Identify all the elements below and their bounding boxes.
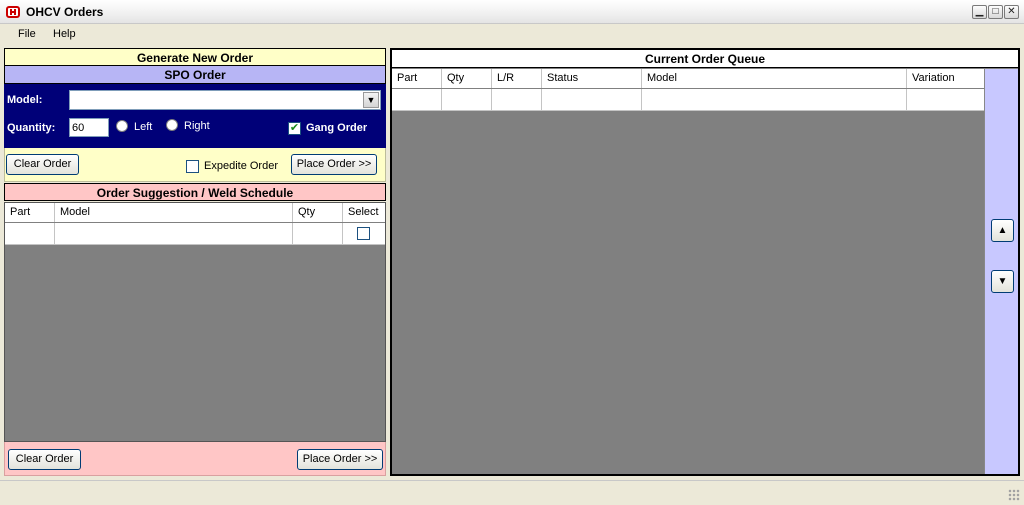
table-header-row: Part Model Qty Select <box>5 203 385 222</box>
table-row[interactable] <box>5 223 385 245</box>
table-cell[interactable] <box>5 223 55 245</box>
model-label: Model: <box>7 94 43 106</box>
table-cell[interactable] <box>442 89 492 111</box>
col-header-qty[interactable]: Qty <box>293 203 343 222</box>
quantity-input[interactable] <box>69 118 109 137</box>
table-row[interactable] <box>392 89 984 111</box>
order-suggestion-table: Part Model Qty Select <box>4 202 386 442</box>
title-bar: OHCV Orders ▁ □ ✕ <box>0 0 1024 24</box>
honda-h-icon <box>6 6 20 18</box>
spo-actions-bar: Clear Order Expedite Order Place Order >… <box>4 148 386 182</box>
table-header-row: Part Qty L/R Status Model Variation <box>392 69 984 88</box>
gang-order-label: Gang Order <box>306 122 368 134</box>
col-header-lr[interactable]: L/R <box>492 69 542 88</box>
resize-grip-icon[interactable] <box>1008 489 1020 501</box>
col-header-model[interactable]: Model <box>55 203 293 222</box>
table-cell[interactable] <box>55 223 293 245</box>
table-cell[interactable] <box>343 223 385 245</box>
expedite-order-checkbox[interactable] <box>186 160 199 173</box>
move-down-button[interactable]: ▼ <box>991 270 1014 293</box>
col-header-status[interactable]: Status <box>542 69 642 88</box>
generate-order-panel: Generate New Order SPO Order Model: ▼ Qu… <box>4 48 386 476</box>
chevron-down-icon[interactable]: ▼ <box>363 92 379 108</box>
col-header-variation[interactable]: Variation <box>907 69 984 88</box>
order-queue-header: Current Order Queue <box>392 50 1018 68</box>
order-suggestion-header: Order Suggestion / Weld Schedule <box>4 183 386 201</box>
spo-clear-order-button[interactable]: Clear Order <box>6 154 79 175</box>
table-cell[interactable] <box>542 89 642 111</box>
table-cell[interactable] <box>907 89 984 111</box>
table-cell[interactable] <box>642 89 907 111</box>
order-queue-table: Part Qty L/R Status Model Variation <box>392 69 984 474</box>
spo-order-header: SPO Order <box>4 66 386 84</box>
minimize-button[interactable]: ▁ <box>972 5 987 19</box>
col-header-model[interactable]: Model <box>642 69 907 88</box>
spo-place-order-button[interactable]: Place Order >> <box>291 154 377 175</box>
model-select[interactable]: ▼ <box>69 90 381 110</box>
suggestion-clear-order-button[interactable]: Clear Order <box>8 449 81 470</box>
close-button[interactable]: ✕ <box>1004 5 1019 19</box>
gang-order-checkbox[interactable]: ✔ <box>288 122 301 135</box>
spo-order-form: Model: ▼ Quantity: Left Right ✔ Gang Ord… <box>4 84 386 148</box>
menu-file[interactable]: File <box>18 28 36 40</box>
maximize-button[interactable]: □ <box>988 5 1003 19</box>
order-queue-panel: Current Order Queue Part Qty L/R Status … <box>390 48 1020 476</box>
suggestion-place-order-button[interactable]: Place Order >> <box>297 449 383 470</box>
left-radio[interactable] <box>116 120 128 132</box>
col-header-part[interactable]: Part <box>392 69 442 88</box>
generate-order-header: Generate New Order <box>4 48 386 66</box>
window-title: OHCV Orders <box>26 5 104 19</box>
table-cell[interactable] <box>293 223 343 245</box>
suggestion-actions-bar: Clear Order Place Order >> <box>4 442 386 476</box>
queue-reorder-bar: ▲ ▼ <box>984 69 1018 474</box>
row-select-checkbox[interactable] <box>357 227 370 240</box>
move-up-button[interactable]: ▲ <box>991 219 1014 242</box>
status-bar <box>0 480 1024 505</box>
right-radio-label: Right <box>184 120 210 132</box>
expedite-order-label: Expedite Order <box>204 160 278 172</box>
col-header-part[interactable]: Part <box>5 203 55 222</box>
col-header-select[interactable]: Select <box>343 203 385 222</box>
menu-bar: File Help <box>0 24 1024 46</box>
menu-help[interactable]: Help <box>53 28 76 40</box>
table-cell[interactable] <box>492 89 542 111</box>
right-radio[interactable] <box>166 119 178 131</box>
quantity-label: Quantity: <box>7 122 56 134</box>
col-header-qty[interactable]: Qty <box>442 69 492 88</box>
table-cell[interactable] <box>392 89 442 111</box>
left-radio-label: Left <box>134 121 153 133</box>
